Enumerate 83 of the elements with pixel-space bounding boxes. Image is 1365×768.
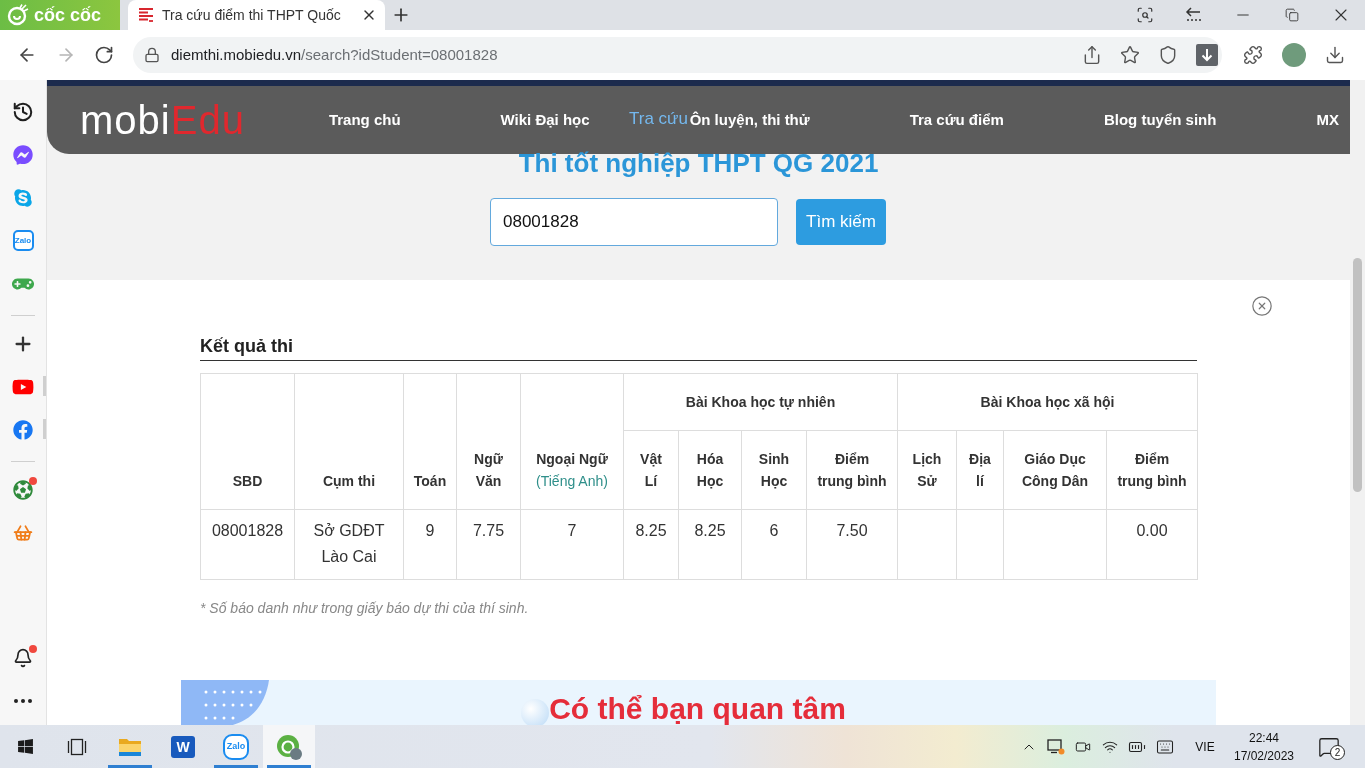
table-header-cell: Cụm thi	[294, 373, 404, 510]
taskbar-button[interactable]: W	[157, 725, 209, 768]
address-bar[interactable]: diemthi.mobiedu.vn/search?idStudent=08001828	[133, 37, 1222, 73]
notification-bell-icon	[13, 647, 33, 668]
browser-logo-icon	[7, 4, 29, 26]
heading-text: Tra cứu	[629, 109, 688, 129]
search-field[interactable]: 08001828	[490, 198, 778, 246]
screen-search-icon[interactable]	[1135, 6, 1154, 24]
column-label: Ngoại Ngữ	[535, 450, 609, 469]
browser-logo-icon	[276, 733, 302, 760]
striped-logo-icon	[138, 7, 154, 23]
chat-app-logo: Zalo	[223, 733, 249, 760]
more-icon	[14, 698, 32, 703]
bookmark-star-icon[interactable]	[1120, 45, 1140, 65]
page-title: Thi tốt nghiệp THPT QG 2021	[517, 150, 880, 176]
table-cell: 6	[741, 509, 807, 580]
clock-date[interactable]: 17/02/2023	[1233, 746, 1295, 765]
table-header-cell: Giáo Dục Công Dân	[1003, 430, 1107, 510]
table-header-cell: Lịch Sử	[897, 430, 957, 510]
extensions-icon[interactable]	[1243, 45, 1263, 65]
taskbar-button[interactable]: Zalo	[210, 725, 262, 768]
table-header-cell: Toán	[403, 373, 457, 510]
scrollbar-thumb[interactable]	[1353, 258, 1362, 492]
table-header-cell: Điểm trung bình	[806, 430, 898, 510]
monitor-icon[interactable]	[1047, 738, 1065, 755]
arrow-dashed-line-icon[interactable]	[1184, 6, 1203, 24]
close-icon[interactable]	[1251, 295, 1273, 317]
table-group-header: Bài Khoa học tự nhiên	[623, 373, 898, 431]
history-icon	[12, 100, 34, 123]
nav-link[interactable]: Tra cứu điểm	[909, 108, 1004, 132]
scrollbar-track[interactable]	[1350, 80, 1365, 725]
notification-count: 2	[1330, 745, 1345, 760]
download-icon[interactable]	[1196, 44, 1218, 66]
basket-icon	[13, 522, 33, 543]
column-note: (Tiếng Anh)	[535, 472, 609, 491]
document-app-logo: W	[171, 735, 195, 758]
language-indicator[interactable]: VIE	[1195, 737, 1215, 756]
sidebar-button[interactable]: Zalo	[0, 219, 46, 262]
skype-icon	[13, 187, 33, 208]
nav-link[interactable]: MX	[1316, 108, 1339, 132]
share-icon[interactable]	[1082, 45, 1102, 65]
downloads-icon[interactable]	[1325, 45, 1345, 65]
table-header-cell: Hóa Học	[678, 430, 742, 510]
table-cell: 7	[520, 509, 624, 580]
table-cell: 0.00	[1106, 509, 1198, 580]
table-cell: 8.25	[623, 509, 679, 580]
nav-link[interactable]: Ôn luyện, thi thử	[689, 108, 810, 132]
table-cell: 8.25	[678, 509, 742, 580]
chat-app-logo: Zalo	[12, 230, 34, 251]
table-cell: 7.75	[456, 509, 521, 580]
table-header-cell: Sinh Học	[741, 430, 807, 510]
site-logo[interactable]: mobiEdu	[80, 100, 245, 140]
shield-icon[interactable]	[1158, 45, 1178, 65]
table-header-cell: Điểm trung bình	[1106, 430, 1198, 510]
lock-icon	[144, 47, 160, 63]
table-header-cell: Địa lí	[956, 430, 1004, 510]
table-header-cell: SBD	[200, 373, 295, 510]
footnote-text: * Số báo danh như trong giấy báo dự thi của thí sinh.	[200, 599, 530, 618]
table-group-header: Bài Khoa học xã hội	[897, 373, 1198, 431]
url-text[interactable]: diemthi.mobiedu.vn/search?idStudent=08001828	[171, 43, 498, 67]
messenger-icon	[13, 144, 33, 165]
facebook-icon	[13, 419, 33, 440]
keyboard-icon[interactable]	[1156, 737, 1174, 756]
table-cell: Sở GDĐT Lào Cai	[294, 509, 404, 580]
folder-icon	[118, 736, 142, 757]
nav-link[interactable]: Blog tuyển sinh	[1103, 108, 1217, 132]
restore-icon[interactable]	[1284, 8, 1299, 22]
bubble-icon	[521, 699, 550, 725]
reload-icon[interactable]	[94, 45, 114, 65]
table-cell: 7.50	[806, 509, 898, 580]
clock-time[interactable]: 22:44	[1249, 728, 1279, 747]
windows-logo-icon	[16, 738, 34, 755]
table-header-cell: Ngữ Văn	[456, 373, 521, 510]
task-view-icon	[67, 737, 87, 756]
nav-link[interactable]: Trang chủ	[328, 108, 401, 132]
profile-avatar[interactable]	[1282, 43, 1306, 67]
section-heading: Kết quả thi	[200, 335, 294, 357]
browser-tab[interactable]: Tra cứu điểm thi THPT Quốc	[128, 0, 385, 30]
nav-link[interactable]: Wiki Đại học	[500, 108, 590, 132]
table-cell: 9	[403, 509, 457, 580]
table-cell: 08001828	[200, 509, 295, 580]
table-header-cell: Vật Lí	[623, 430, 679, 510]
banner-title: Có thể bạn quan tâm	[549, 693, 846, 725]
